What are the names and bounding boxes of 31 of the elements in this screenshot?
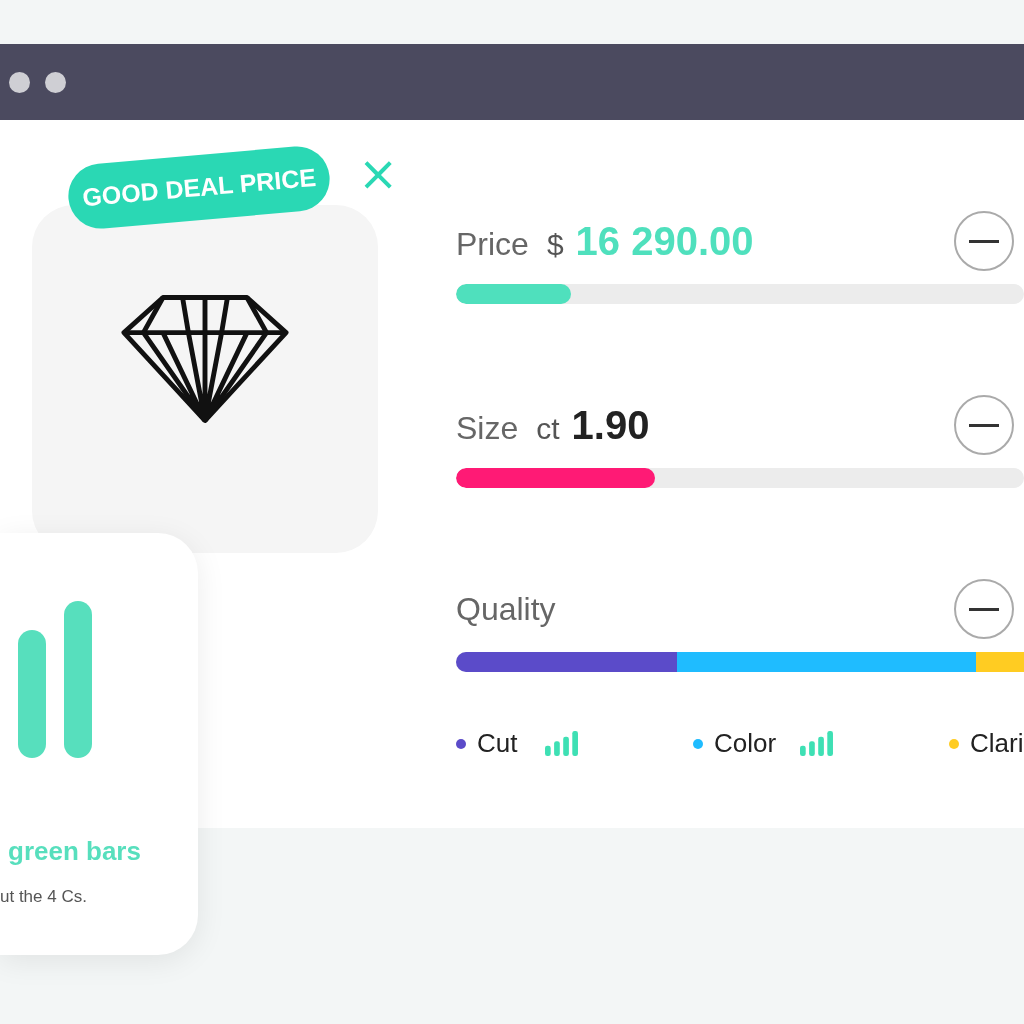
signal-bars-icon	[545, 731, 578, 756]
unit-label: ct	[536, 411, 560, 446]
minus-icon	[969, 423, 999, 427]
minus-icon	[969, 239, 999, 243]
close-button[interactable]: ×	[358, 153, 399, 193]
window-dot[interactable]	[9, 71, 30, 93]
slider-fill[interactable]	[456, 284, 571, 304]
filter-label: Size	[456, 409, 519, 447]
legend-label: Clari	[970, 728, 1024, 759]
minus-button[interactable]	[954, 579, 1014, 639]
diamond-icon	[121, 293, 289, 425]
minus-button[interactable]	[954, 395, 1014, 455]
filter-value: 16 290.00	[575, 218, 754, 264]
slider-fill[interactable]	[456, 468, 655, 488]
legend-label: Color	[714, 728, 778, 759]
window-dot[interactable]	[45, 71, 66, 93]
tip-text: ut the 4 Cs.	[0, 887, 88, 907]
minus-icon	[969, 607, 999, 611]
filter-label: Quality	[456, 590, 556, 628]
minus-button[interactable]	[954, 211, 1014, 271]
legend-dot	[949, 738, 959, 749]
signal-bars-icon	[800, 731, 833, 756]
legend-label: Cut	[477, 728, 519, 759]
legend-dot	[456, 738, 466, 749]
slider-track[interactable]	[456, 468, 1024, 488]
unit-label: $	[546, 227, 564, 262]
tip-title: green bars	[7, 836, 142, 867]
slider-track[interactable]	[456, 284, 1024, 304]
filter-value: 1.90	[571, 402, 650, 448]
filter-label: Price	[456, 225, 529, 263]
legend-dot	[693, 738, 703, 749]
